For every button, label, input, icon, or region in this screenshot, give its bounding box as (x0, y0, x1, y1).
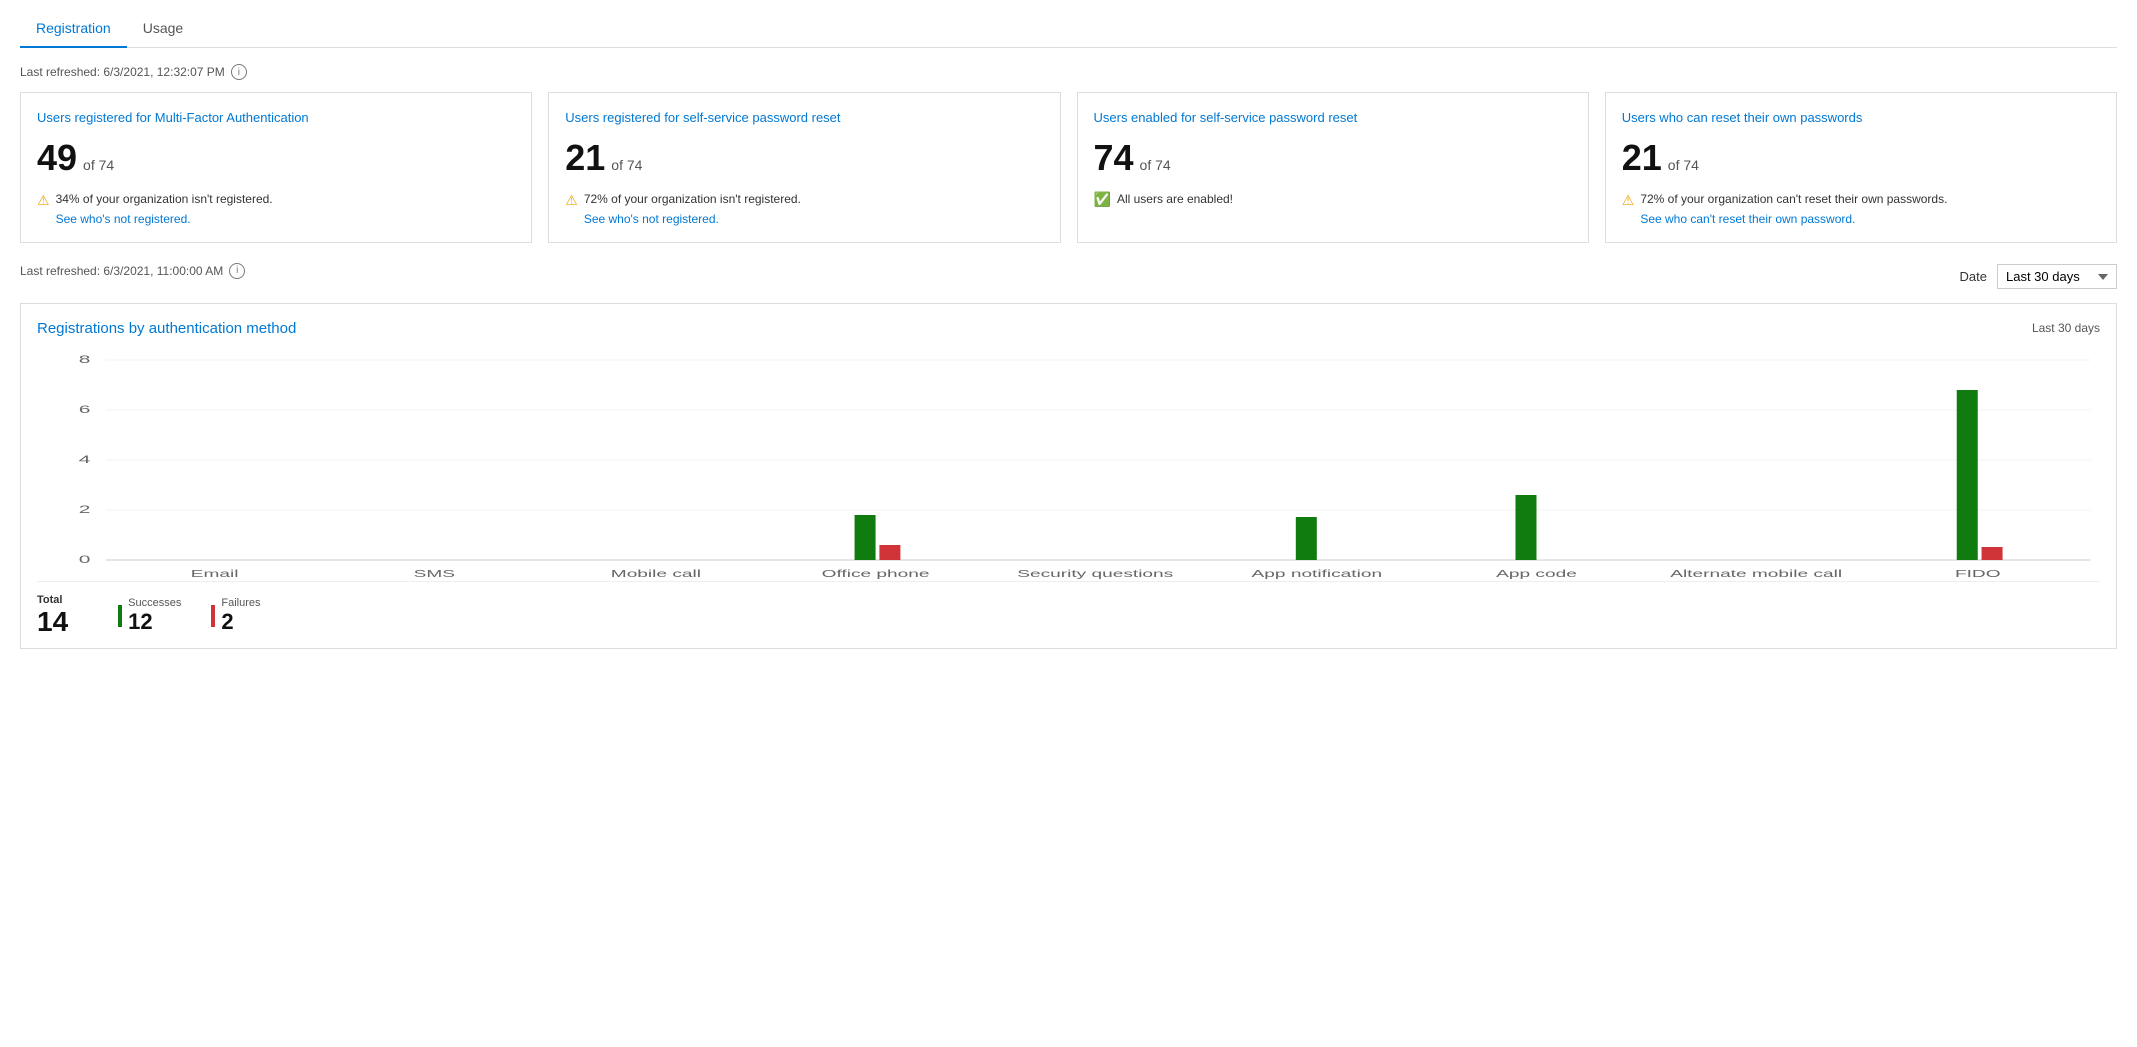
card-mfa-warning-text: 34% of your organization isn't registere… (56, 192, 273, 206)
card-enabled-title: Users enabled for self-service password … (1094, 109, 1572, 127)
tab-registration[interactable]: Registration (20, 10, 127, 48)
legend-failures: Failures 2 (211, 597, 260, 635)
svg-text:Mobile call: Mobile call (611, 568, 701, 579)
warning-icon-1: ⚠ (37, 192, 50, 209)
last-refreshed-1: Last refreshed: 6/3/2021, 12:32:07 PM i (20, 64, 2117, 80)
total-label: Total (37, 594, 68, 606)
card-sspr-warning: ⚠ 72% of your organization isn't registe… (565, 191, 1043, 226)
card-mfa-warning: ⚠ 34% of your organization isn't registe… (37, 191, 515, 226)
chart-container: Registrations by authentication method L… (20, 303, 2117, 649)
card-enabled-count: 74 of 74 (1094, 137, 1572, 179)
chart-title: Registrations by authentication method (37, 320, 296, 337)
svg-text:App notification: App notification (1252, 568, 1383, 579)
tabs-bar: Registration Usage (20, 10, 2117, 48)
card-enabled-total: of 74 (1140, 157, 1171, 173)
card-sspr-warning-text: 72% of your organization isn't registere… (584, 192, 801, 206)
warning-icon-3: ⚠ (1622, 192, 1635, 209)
svg-text:App code: App code (1496, 568, 1577, 579)
bar-office-success (855, 515, 876, 560)
svg-text:Email: Email (191, 568, 239, 579)
card-reset-title: Users who can reset their own passwords (1622, 109, 2100, 127)
card-reset-count: 21 of 74 (1622, 137, 2100, 179)
svg-text:SMS: SMS (414, 568, 455, 579)
svg-text:0: 0 (79, 553, 91, 565)
chart-area: 0 2 4 6 8 Email SMS Mobile call (37, 345, 2100, 565)
card-enabled-warning: ✅ All users are enabled! (1094, 191, 1572, 208)
card-sspr-link[interactable]: See who's not registered. (584, 212, 801, 226)
legend-successes: Successes 12 (118, 597, 181, 635)
legend-failure-group: Failures 2 (221, 597, 260, 635)
card-sspr-title: Users registered for self-service passwo… (565, 109, 1043, 127)
chart-footer: Total 14 Successes 12 Failures 2 (37, 581, 2100, 638)
legend-failure-value: 2 (221, 609, 260, 635)
card-mfa-total: of 74 (83, 157, 114, 173)
total-block: Total 14 (37, 594, 68, 638)
chart-period: Last 30 days (2032, 321, 2100, 335)
last-refreshed-2: Last refreshed: 6/3/2021, 11:00:00 AM i (20, 263, 245, 279)
info-icon-1[interactable]: i (231, 64, 247, 80)
chart-svg: 0 2 4 6 8 Email SMS Mobile call (37, 345, 2100, 565)
bar-office-failure (879, 545, 900, 560)
card-reset-total: of 74 (1668, 157, 1699, 173)
svg-text:FIDO: FIDO (1955, 568, 2001, 579)
legend-failure-label: Failures (221, 597, 260, 609)
svg-text:6: 6 (79, 403, 91, 415)
card-mfa-num: 49 (37, 137, 77, 179)
total-value: 14 (37, 606, 68, 638)
tab-usage[interactable]: Usage (127, 10, 199, 48)
card-sspr-count: 21 of 74 (565, 137, 1043, 179)
section2-header: Last refreshed: 6/3/2021, 11:00:00 AM i … (20, 263, 2117, 291)
card-mfa-count: 49 of 74 (37, 137, 515, 179)
bar-appnotif-success (1296, 517, 1317, 560)
date-select[interactable]: Last 30 days Last 7 days Last 90 days (1997, 264, 2117, 289)
legend-success-label: Successes (128, 597, 181, 609)
legend-failure-bar (211, 605, 215, 627)
date-filter: Date Last 30 days Last 7 days Last 90 da… (1960, 264, 2117, 289)
legend-success-group: Successes 12 (128, 597, 181, 635)
svg-text:2: 2 (79, 503, 91, 515)
card-mfa: Users registered for Multi-Factor Authen… (20, 92, 532, 243)
success-icon-1: ✅ (1094, 191, 1111, 208)
legend-success-bar (118, 605, 122, 627)
card-reset-link[interactable]: See who can't reset their own password. (1640, 212, 1947, 226)
card-sspr-num: 21 (565, 137, 605, 179)
card-mfa-title: Users registered for Multi-Factor Authen… (37, 109, 515, 127)
svg-text:4: 4 (79, 453, 91, 465)
card-reset-num: 21 (1622, 137, 1662, 179)
cards-row: Users registered for Multi-Factor Authen… (20, 92, 2117, 243)
svg-text:Office phone: Office phone (822, 568, 930, 579)
page-container: Registration Usage Last refreshed: 6/3/2… (0, 0, 2137, 669)
svg-text:Alternate mobile call: Alternate mobile call (1670, 568, 1842, 579)
bar-appcode-success (1515, 495, 1536, 560)
card-enabled-warning-text: All users are enabled! (1117, 192, 1233, 206)
card-reset-warning: ⚠ 72% of your organization can't reset t… (1622, 191, 2100, 226)
chart-header: Registrations by authentication method L… (37, 320, 2100, 337)
svg-text:8: 8 (79, 353, 91, 365)
info-icon-2[interactable]: i (229, 263, 245, 279)
card-reset-warning-text: 72% of your organization can't reset the… (1640, 192, 1947, 206)
card-mfa-link[interactable]: See who's not registered. (56, 212, 273, 226)
card-reset: Users who can reset their own passwords … (1605, 92, 2117, 243)
svg-text:Security questions: Security questions (1017, 568, 1173, 579)
bar-fido-failure (1982, 547, 2003, 560)
warning-icon-2: ⚠ (565, 192, 578, 209)
card-sspr-total: of 74 (611, 157, 642, 173)
legend-success-value: 12 (128, 609, 181, 635)
card-enabled: Users enabled for self-service password … (1077, 92, 1589, 243)
bar-fido-success (1957, 390, 1978, 560)
card-sspr: Users registered for self-service passwo… (548, 92, 1060, 243)
card-enabled-num: 74 (1094, 137, 1134, 179)
date-label: Date (1960, 269, 1987, 284)
